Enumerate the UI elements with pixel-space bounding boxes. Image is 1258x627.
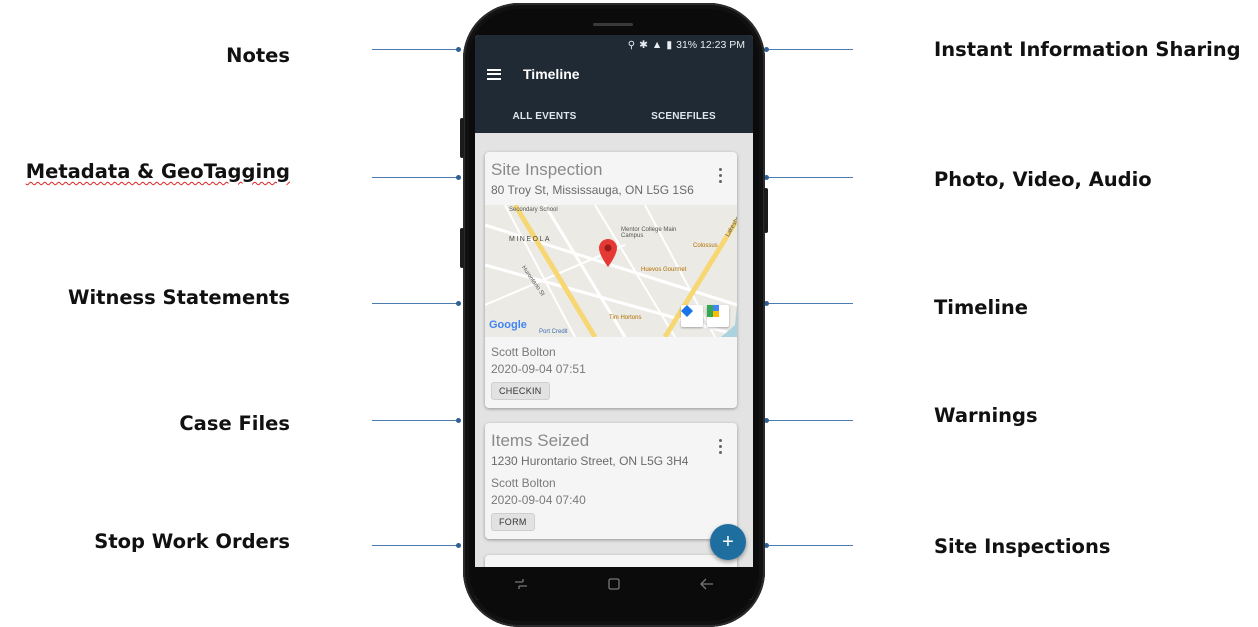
bluetooth-icon: ✱	[639, 39, 648, 51]
tab-all-events[interactable]: ALL EVENTS	[475, 111, 614, 133]
connector-line	[372, 543, 461, 548]
earpiece	[593, 23, 633, 26]
feature-label-warnings: Warnings	[934, 404, 1038, 427]
power-button	[764, 188, 768, 233]
volume-button	[460, 118, 464, 158]
connector-line	[372, 418, 461, 423]
timeline-card-site-inspection[interactable]: Site Inspection 80 Troy St, Mississauga,…	[485, 152, 737, 408]
card-author: Scott Bolton	[491, 345, 556, 359]
tab-scenefiles[interactable]: SCENEFILES	[614, 111, 753, 133]
card-type-chip: CHECKIN	[491, 382, 550, 400]
signal-icon: ▲	[651, 39, 663, 51]
card-date: 2020-09-04 07:51	[491, 362, 586, 376]
feature-label-metadata-text: Metadata & GeoTagging	[25, 160, 290, 183]
map-view[interactable]: Secondary School MINEOLA Mentor College …	[485, 205, 737, 337]
feature-label-notes: Notes	[226, 44, 290, 67]
map-label: Port Credit	[539, 329, 568, 335]
card-address: 1230 Hurontario Street, ON L5G 3H4	[491, 454, 689, 468]
card-type-chip: FORM	[491, 513, 535, 531]
connector-dot	[456, 543, 461, 548]
connector-line	[372, 175, 461, 180]
map-label: Secondary School	[509, 207, 558, 213]
map-label: Huevos Gourmet	[641, 267, 687, 273]
recent-apps-icon[interactable]	[506, 574, 536, 594]
hamburger-menu-icon[interactable]	[487, 68, 501, 80]
more-options-icon[interactable]	[719, 168, 723, 184]
connector-line	[764, 543, 853, 548]
connector-line	[372, 301, 461, 306]
directions-icon[interactable]	[681, 305, 703, 327]
map-label: Mentor College Main Campus	[621, 227, 677, 239]
status-bar: ⚲ ✱ ▲ ▮ 31% 12:23 PM	[475, 35, 753, 55]
card-title: Site Inspection	[491, 160, 603, 179]
feature-label-stop-work-orders: Stop Work Orders	[94, 530, 290, 553]
phone-screen: ⚲ ✱ ▲ ▮ 31% 12:23 PM Timeline ALL EVENTS…	[475, 35, 753, 600]
feature-label-timeline: Timeline	[934, 296, 1029, 319]
card-title: Items Seized	[491, 431, 590, 450]
connector-dot	[456, 175, 461, 180]
feature-label-instant-sharing: Instant Information Sharing	[934, 38, 1241, 61]
connector-dot	[456, 418, 461, 423]
status-time: 31% 12:23 PM	[676, 39, 745, 51]
tab-bar: ALL EVENTS SCENEFILES	[475, 93, 753, 133]
connector-dot	[456, 301, 461, 306]
card-author: Scott Bolton	[491, 476, 556, 490]
feature-label-site-inspections: Site Inspections	[934, 535, 1111, 558]
connector-dot	[764, 47, 769, 52]
app-bar: Timeline	[475, 55, 753, 93]
home-icon[interactable]	[599, 574, 629, 594]
bixby-button	[460, 228, 464, 268]
connector-line	[764, 301, 853, 306]
android-nav-bar	[475, 567, 753, 600]
tab-indicator	[475, 131, 614, 133]
google-maps-icon[interactable]	[707, 305, 729, 327]
feature-label-case-files: Case Files	[179, 412, 290, 435]
connector-line	[764, 47, 853, 52]
google-logo: Google	[489, 319, 527, 331]
more-options-icon[interactable]	[719, 439, 723, 455]
connector-line	[372, 47, 461, 52]
card-address: 80 Troy St, Mississauga, ON L5G 1S6	[491, 183, 694, 197]
map-pin-icon	[599, 239, 617, 267]
battery-icon: ▮	[666, 39, 673, 51]
feature-label-witness-statements: Witness Statements	[67, 286, 290, 309]
connector-dot	[456, 47, 461, 52]
card-date: 2020-09-04 07:40	[491, 493, 586, 507]
map-label: MINEOLA	[509, 236, 552, 243]
phone-frame: ⚲ ✱ ▲ ▮ 31% 12:23 PM Timeline ALL EVENTS…	[460, 3, 768, 627]
app-title: Timeline	[523, 66, 580, 82]
back-icon[interactable]	[692, 574, 722, 594]
add-event-button[interactable]: +	[710, 524, 746, 560]
location-icon: ⚲	[627, 39, 636, 51]
map-label: Colossus	[693, 243, 718, 249]
map-label: Tim Hortons	[609, 315, 642, 321]
feature-label-photo-video-audio: Photo, Video, Audio	[934, 168, 1152, 191]
connector-line	[764, 175, 853, 180]
feature-label-metadata: Metadata & GeoTagging	[26, 160, 290, 184]
connector-line	[764, 418, 853, 423]
timeline-card-items-seized[interactable]: Items Seized 1230 Hurontario Street, ON …	[485, 423, 737, 539]
